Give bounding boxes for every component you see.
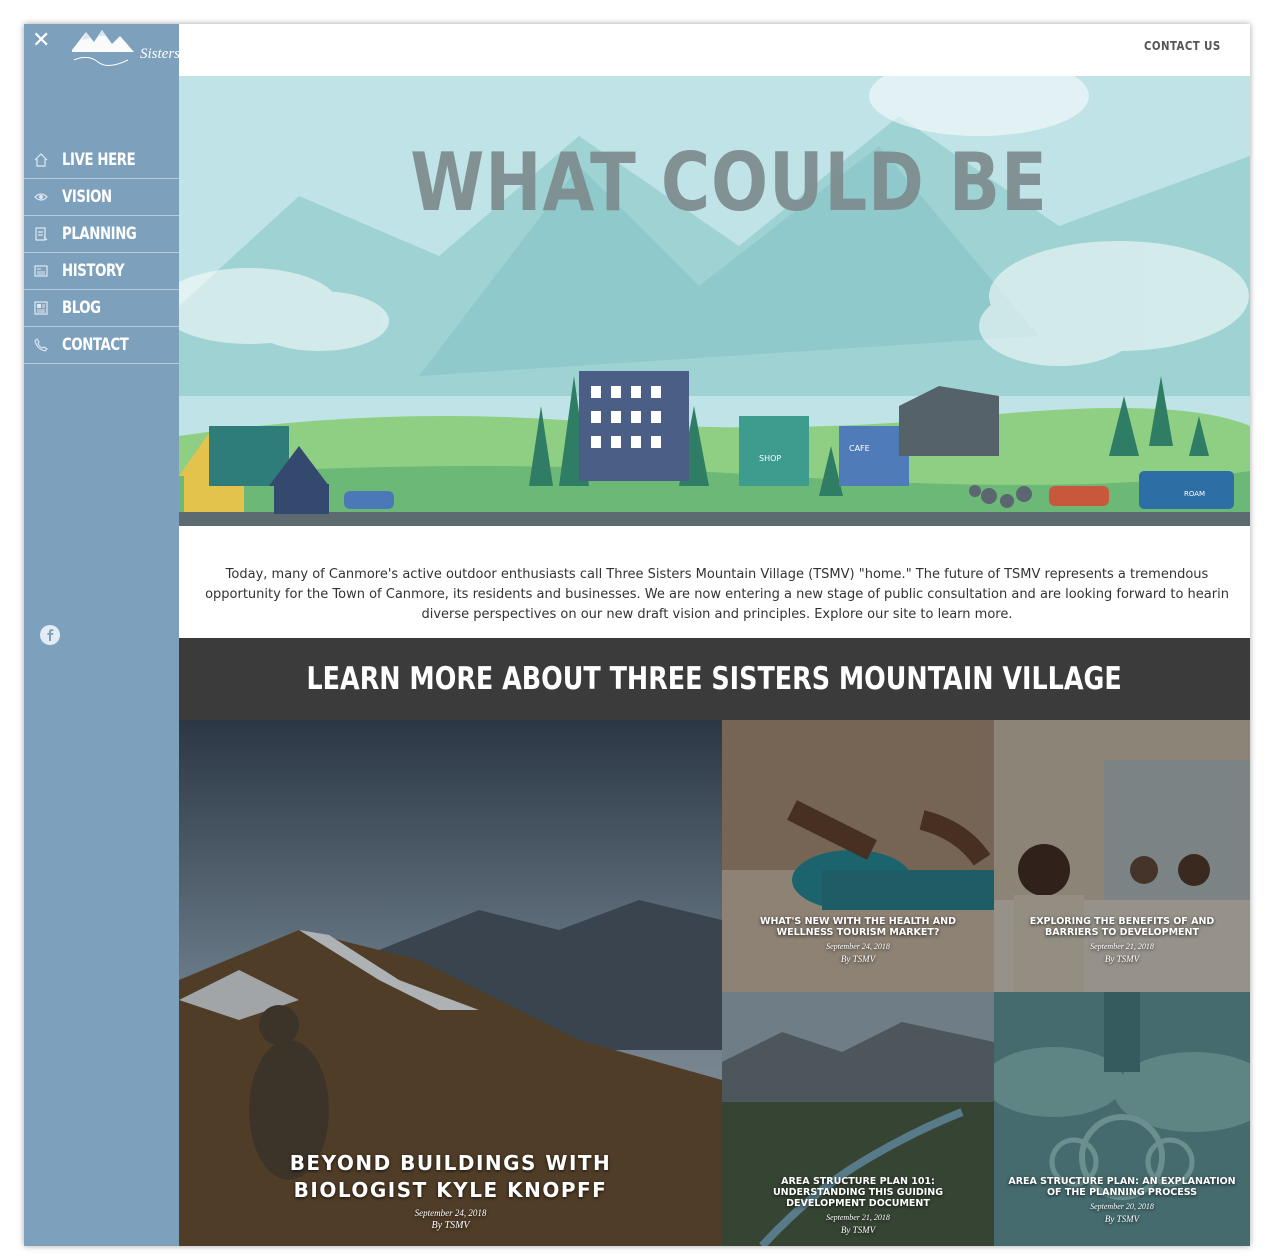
post-author: By TSMV — [840, 1225, 876, 1235]
logo[interactable]: Sisters — [68, 26, 180, 72]
eye-icon — [34, 190, 48, 204]
phone-icon — [34, 338, 48, 352]
post-card-asp-101[interactable]: AREA STRUCTURE PLAN 101: UNDERSTANDING T… — [722, 992, 994, 1246]
post-author: By TSMV — [840, 954, 876, 964]
bus-sign: ROAM — [1184, 490, 1205, 498]
home-icon — [34, 153, 48, 167]
sidebar-nav: LIVE HERE VISION PLANNING HISTORY BLOG C… — [24, 142, 179, 364]
hero-banner: SHOP CAFE ROAM WHAT COULD BE — [179, 76, 1250, 526]
post-author: By TSMV — [1104, 954, 1140, 964]
post-card-development[interactable]: EXPLORING THE BENEFITS OF AND BARRIERS T… — [994, 720, 1250, 992]
mountains-logo-icon — [72, 30, 134, 66]
facebook-icon[interactable] — [40, 625, 60, 645]
post-title: BEYOND BUILDINGS WITH BIOLOGIST KYLE KNO… — [289, 1151, 612, 1202]
close-icon[interactable]: ✕ — [32, 28, 50, 54]
sidebar-item-label: PLANNING — [62, 224, 137, 244]
learn-more-title: LEARN MORE ABOUT THREE SISTERS MOUNTAIN … — [306, 661, 1123, 697]
page-frame: ✕ Sisters LIVE HERE VISION PLANNING HIST… — [24, 24, 1250, 1246]
sidebar-item-label: VISION — [62, 187, 112, 207]
sidebar-item-contact[interactable]: CONTACT — [24, 327, 179, 364]
shop-sign: SHOP — [759, 454, 781, 463]
post-meta: EXPLORING THE BENEFITS OF AND BARRIERS T… — [994, 916, 1250, 964]
post-date: September 20, 2018 — [1090, 1202, 1154, 1211]
sidebar-item-live-here[interactable]: LIVE HERE — [24, 142, 179, 179]
post-title: WHAT'S NEW WITH THE HEALTH AND WELLNESS … — [760, 916, 956, 938]
sidebar: ✕ Sisters LIVE HERE VISION PLANNING HIST… — [24, 24, 180, 1246]
post-author: By TSMV — [1104, 1214, 1140, 1224]
post-card-asp-process[interactable]: AREA STRUCTURE PLAN: AN EXPLANATION OF T… — [994, 992, 1250, 1246]
post-date: September 24, 2018 — [826, 942, 890, 951]
post-author: By TSMV — [431, 1220, 470, 1231]
post-meta: AREA STRUCTURE PLAN 101: UNDERSTANDING T… — [722, 1176, 994, 1235]
cafe-sign: CAFE — [849, 444, 870, 453]
post-date: September 21, 2018 — [826, 1213, 890, 1222]
post-meta: BEYOND BUILDINGS WITH BIOLOGIST KYLE KNO… — [179, 1150, 722, 1231]
sidebar-item-history[interactable]: HISTORY — [24, 253, 179, 290]
contact-us-link[interactable]: CONTACT US — [1144, 39, 1221, 53]
sidebar-item-planning[interactable]: PLANNING — [24, 216, 179, 253]
logo-text: Sisters — [140, 46, 181, 62]
sidebar-item-label: HISTORY — [62, 261, 125, 281]
post-card-wellness[interactable]: WHAT'S NEW WITH THE HEALTH AND WELLNESS … — [722, 720, 994, 992]
learn-more-banner: LEARN MORE ABOUT THREE SISTERS MOUNTAIN … — [179, 638, 1250, 720]
sidebar-item-label: LIVE HERE — [62, 150, 136, 170]
intro-text: Today, many of Canmore's active outdoor … — [205, 567, 1229, 622]
post-title: EXPLORING THE BENEFITS OF AND BARRIERS T… — [1029, 916, 1215, 938]
post-title: AREA STRUCTURE PLAN: AN EXPLANATION OF T… — [1008, 1176, 1236, 1198]
sidebar-item-blog[interactable]: BLOG — [24, 290, 179, 327]
post-date: September 24, 2018 — [414, 1208, 487, 1218]
sidebar-item-label: CONTACT — [62, 335, 129, 355]
post-meta: WHAT'S NEW WITH THE HEALTH AND WELLNESS … — [722, 916, 994, 964]
hero-title: WHAT COULD BE — [410, 136, 1048, 229]
sidebar-item-label: BLOG — [62, 298, 101, 318]
blog-icon — [34, 301, 48, 315]
newspaper-icon — [34, 264, 48, 278]
document-icon — [34, 227, 48, 241]
post-meta: AREA STRUCTURE PLAN: AN EXPLANATION OF T… — [994, 1176, 1250, 1224]
post-card-biologist[interactable]: BEYOND BUILDINGS WITH BIOLOGIST KYLE KNO… — [179, 720, 722, 1246]
sidebar-item-vision[interactable]: VISION — [24, 179, 179, 216]
post-date: September 21, 2018 — [1090, 942, 1154, 951]
post-title: AREA STRUCTURE PLAN 101: UNDERSTANDING T… — [772, 1176, 944, 1209]
